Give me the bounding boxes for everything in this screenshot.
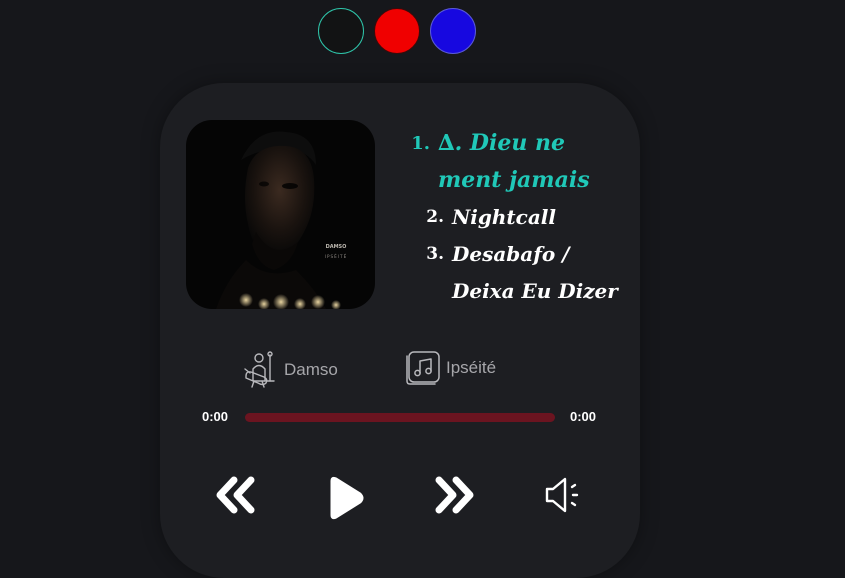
time-total: 0:00 [570, 409, 597, 424]
play-button[interactable] [326, 475, 366, 521]
track-title: Desabafo / Deixa Eu Dizer [452, 242, 618, 303]
album-info: Ipséité [406, 351, 496, 385]
double-chevron-left-icon [216, 476, 255, 514]
theme-swatch-dark[interactable] [318, 8, 364, 54]
track-item[interactable]: 3. Desabafo / Deixa Eu Dizer [396, 236, 636, 310]
previous-button[interactable] [214, 475, 258, 515]
progress-bar[interactable] [245, 413, 555, 422]
track-item[interactable]: 1. ∆. Dieu ne ment jamais [396, 125, 636, 199]
time-elapsed: 0:00 [202, 409, 229, 424]
volume-button[interactable] [543, 475, 589, 515]
singer-with-guitar-icon [244, 351, 275, 388]
playback-controls [160, 475, 640, 525]
speaker-icon [545, 477, 579, 513]
cover-album-text: IPSÉITÉ [325, 254, 348, 259]
tracklist: 1. ∆. Dieu ne ment jamais 2. Nightcall 3… [396, 125, 636, 321]
track-number: 2. [426, 207, 444, 227]
artist-name: Damso [284, 360, 338, 379]
album-cover: DAMSO IPSÉITÉ [186, 120, 375, 309]
track-item[interactable]: 2. Nightcall [396, 199, 636, 236]
album-cover-art: DAMSO IPSÉITÉ [186, 120, 375, 309]
music-album-icon [406, 351, 440, 385]
double-chevron-right-icon [435, 476, 474, 514]
track-number: 1. [411, 133, 430, 154]
album-name: Ipséité [446, 358, 497, 377]
track-number: 3. [426, 244, 444, 264]
music-player-card: DAMSO IPSÉITÉ 1. ∆. Dieu ne ment jamais … [160, 83, 640, 578]
play-icon [330, 476, 364, 520]
theme-swatch-red[interactable] [374, 8, 420, 54]
progress-row: 0:00 0:00 [202, 407, 602, 427]
cover-artist-text: DAMSO [326, 244, 347, 250]
theme-switcher [318, 8, 476, 54]
track-title: ∆. Dieu ne ment jamais [438, 130, 590, 193]
artist-info: Damso [240, 351, 338, 389]
theme-swatch-blue[interactable] [430, 8, 476, 54]
track-title: Nightcall [452, 205, 556, 229]
next-button[interactable] [432, 475, 476, 515]
